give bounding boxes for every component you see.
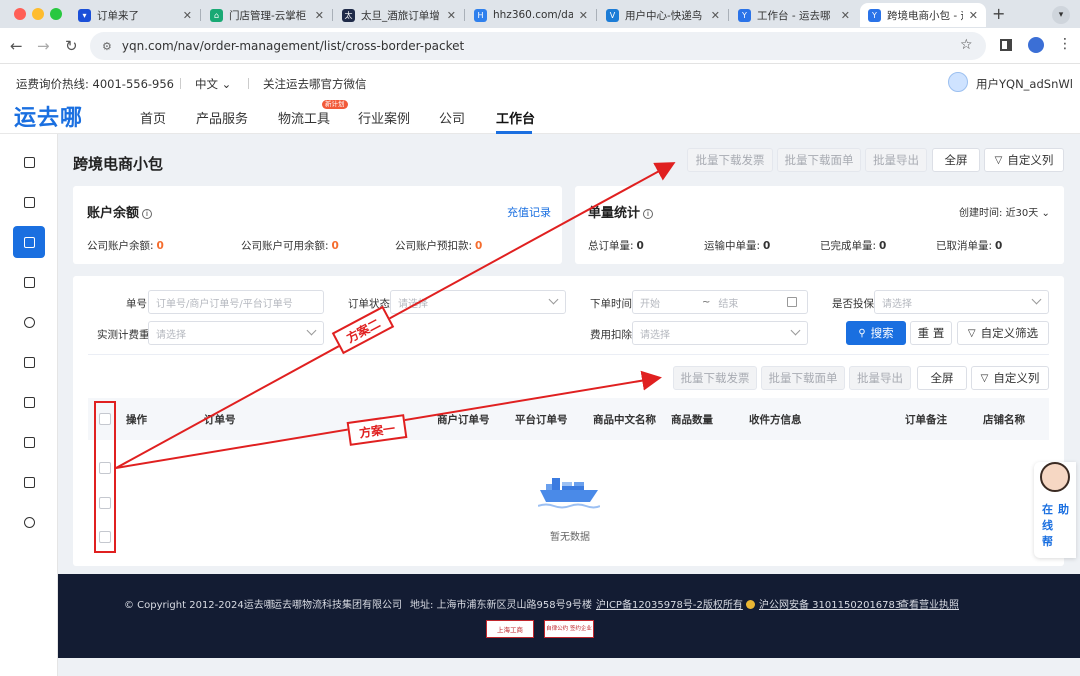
annotation-arrows xyxy=(115,162,676,469)
checkbox-highlight-box xyxy=(94,401,116,553)
